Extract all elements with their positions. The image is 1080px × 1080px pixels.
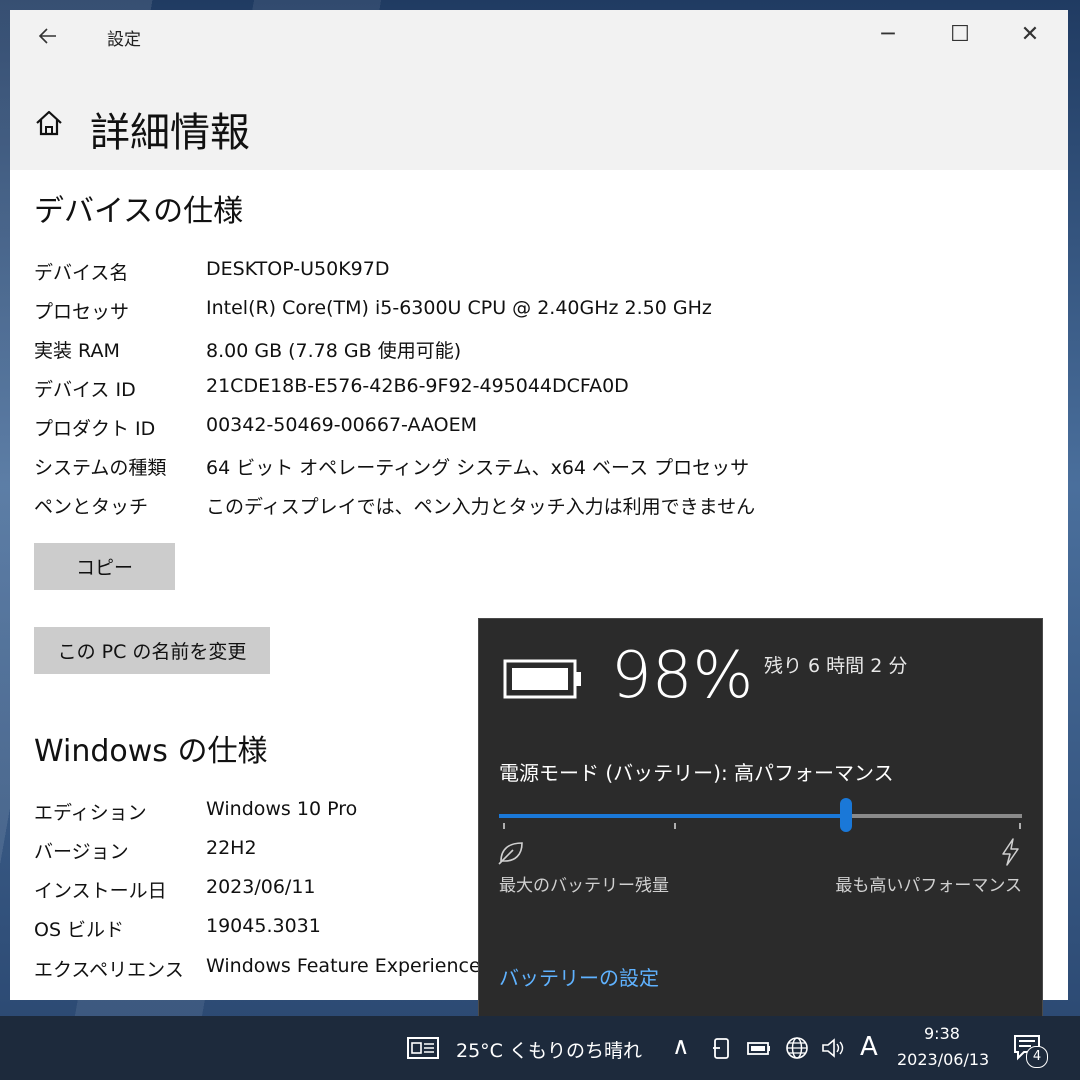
spec-value: 00342-50469-00667-AAOEM: [206, 414, 478, 436]
battery-saver-leaf-icon: [498, 842, 523, 865]
spec-value: このディスプレイでは、ペン入力とタッチ入力は利用できません: [206, 496, 756, 518]
power-mode-label: 電源モード (バッテリー): 高パフォーマンス: [499, 761, 894, 785]
spec-label: ペンとタッチ: [34, 496, 149, 518]
spec-value: 22H2: [206, 837, 257, 859]
clock-time[interactable]: 9:38: [924, 1024, 960, 1043]
spec-label: デバイス ID: [34, 379, 136, 401]
copy-button[interactable]: コピー: [34, 543, 175, 590]
back-arrow-icon: [38, 28, 56, 44]
title-bar: 設定 ─ ☐ ✕: [10, 10, 1068, 62]
spec-label: 実装 RAM: [34, 340, 120, 362]
power-slider-filled-track[interactable]: [499, 814, 846, 818]
spec-label: エディション: [34, 802, 147, 824]
page-title: 詳細情報: [90, 110, 250, 156]
spec-value: DESKTOP-U50K97D: [206, 258, 390, 280]
windows-specs-heading: Windows の仕様: [34, 734, 268, 769]
spec-value: 8.00 GB (7.78 GB 使用可能): [206, 340, 462, 362]
taskbar: 25°C くもりのち晴れ ∧ A 9:38 2023/06/13 4: [0, 1016, 1080, 1080]
power-slider-empty-track[interactable]: [846, 814, 1022, 818]
battery-tray-icon[interactable]: [746, 1034, 772, 1062]
weather-text[interactable]: 25°C くもりのち晴れ: [456, 1036, 642, 1063]
home-icon[interactable]: [32, 106, 66, 140]
best-battery-caption: 最大のバッテリー残量: [499, 876, 669, 896]
power-mode-slider-thumb[interactable]: [840, 798, 852, 832]
page-header: 詳細情報: [10, 62, 1068, 170]
spec-value: Intel(R) Core(TM) i5-6300U CPU @ 2.40GHz…: [206, 297, 712, 319]
spec-value: Windows 10 Pro: [206, 798, 358, 820]
show-hidden-icons-chevron-icon[interactable]: ∧: [672, 1032, 690, 1060]
battery-settings-link[interactable]: バッテリーの設定: [499, 962, 659, 991]
weather-news-icon[interactable]: [406, 1034, 440, 1062]
battery-flyout: 98% 残り 6 時間 2 分 電源モード (バッテリー): 高パフォーマンス …: [478, 618, 1043, 1018]
ime-mode-indicator[interactable]: A: [860, 1032, 878, 1062]
device-specs-heading: デバイスの仕様: [34, 194, 244, 229]
spec-label: OS ビルド: [34, 919, 125, 941]
rename-pc-button[interactable]: この PC の名前を変更: [34, 627, 270, 674]
spec-label: バージョン: [34, 841, 129, 863]
spec-label: デバイス名: [34, 262, 129, 284]
notification-count-badge: 4: [1026, 1046, 1048, 1068]
minimize-button[interactable]: ─: [868, 22, 908, 50]
spec-label: システムの種類: [34, 457, 167, 479]
best-performance-caption: 最も高いパフォーマンス: [835, 876, 1022, 896]
speaker-volume-icon[interactable]: [820, 1034, 846, 1062]
spec-label: エクスペリエンス: [34, 959, 184, 981]
back-button[interactable]: [32, 22, 64, 50]
spec-value: Windows Feature Experience: [206, 955, 481, 977]
spec-label: インストール日: [34, 880, 167, 902]
action-center-button[interactable]: 4: [1012, 1032, 1052, 1072]
battery-time-remaining: 残り 6 時間 2 分: [764, 655, 908, 677]
slider-tick: [1019, 823, 1021, 829]
phone-link-icon[interactable]: [710, 1034, 736, 1062]
battery-icon: [503, 659, 581, 699]
network-globe-icon[interactable]: [784, 1034, 810, 1062]
maximize-button[interactable]: ☐: [940, 22, 980, 50]
spec-value: 64 ビット オペレーティング システム、x64 ベース プロセッサ: [206, 457, 750, 479]
slider-tick: [674, 823, 676, 829]
spec-value: 19045.3031: [206, 915, 321, 937]
battery-percent: 98%: [611, 639, 754, 713]
close-button[interactable]: ✕: [1010, 22, 1050, 50]
spec-value: 2023/06/11: [206, 876, 316, 898]
spec-value: 21CDE18B-E576-42B6-9F92-495044DCFA0D: [206, 375, 629, 397]
app-title: 設定: [107, 30, 141, 50]
spec-label: プロダクト ID: [34, 418, 156, 440]
lightning-bolt-icon: [1002, 838, 1019, 866]
slider-tick: [503, 823, 505, 829]
clock-date[interactable]: 2023/06/13: [897, 1050, 989, 1069]
spec-label: プロセッサ: [34, 301, 130, 323]
